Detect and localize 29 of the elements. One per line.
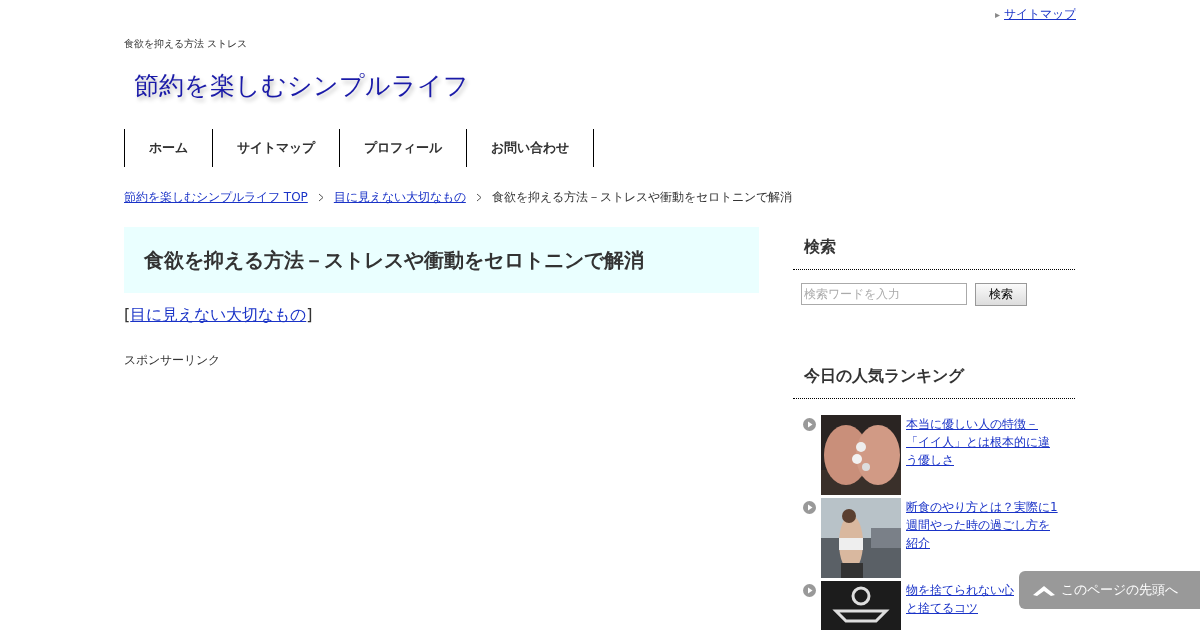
ranking-link[interactable]: 物を捨てられない心 と捨てるコツ bbox=[906, 581, 1014, 617]
search-field[interactable]: 検索ワードを入力 bbox=[801, 283, 967, 305]
play-icon bbox=[803, 584, 816, 597]
breadcrumb-link[interactable]: 目に見えない大切なもの bbox=[333, 189, 466, 206]
ranking-link[interactable]: 本当に優しい人の特徴－ 「イイ人」とは根本的に違 う優しさ bbox=[906, 415, 1050, 469]
play-icon bbox=[803, 501, 816, 514]
category-link[interactable]: 目に見えない大切なもの bbox=[130, 305, 307, 324]
search-button[interactable]: 検索 bbox=[975, 283, 1027, 306]
section-heading: 今日の人気ランキング bbox=[793, 356, 1076, 399]
bracket: ] bbox=[306, 305, 313, 324]
article-title: 食欲を抑える方法－ストレスや衝動をセロトニンで解消 bbox=[124, 227, 759, 293]
nav-item[interactable]: プロフィール bbox=[339, 129, 466, 167]
nav-item[interactable]: ホーム bbox=[124, 129, 212, 167]
nav-item[interactable]: お問い合わせ bbox=[466, 129, 594, 167]
triangle-icon: ▸ bbox=[994, 8, 1000, 20]
site-title[interactable]: 節約を楽しむシンプルライフ bbox=[134, 69, 1076, 109]
bracket: [ bbox=[124, 305, 131, 324]
chevron-up-icon bbox=[1033, 584, 1055, 596]
chevron-icon bbox=[317, 193, 324, 202]
chevron-icon bbox=[475, 193, 482, 202]
ranking-link[interactable]: 断食のやり方とは？実際に1 週間やった時の過ごし方を 紹介 bbox=[906, 498, 1058, 552]
section-heading: 検索 bbox=[793, 227, 1076, 270]
sponsor-label: スポンサーリンク bbox=[124, 352, 221, 369]
play-icon bbox=[803, 418, 816, 431]
sitemap-link[interactable]: サイトマップ bbox=[1004, 5, 1076, 23]
tagline: 食欲を抑える方法 ストレス bbox=[124, 37, 249, 51]
nav-item[interactable]: サイトマップ bbox=[212, 129, 339, 167]
breadcrumb-link[interactable]: 節約を楽しむシンプルライフ TOP bbox=[124, 189, 308, 206]
breadcrumb-current: 食欲を抑える方法－ストレスや衝動をセロトニンで解消 bbox=[491, 189, 792, 206]
